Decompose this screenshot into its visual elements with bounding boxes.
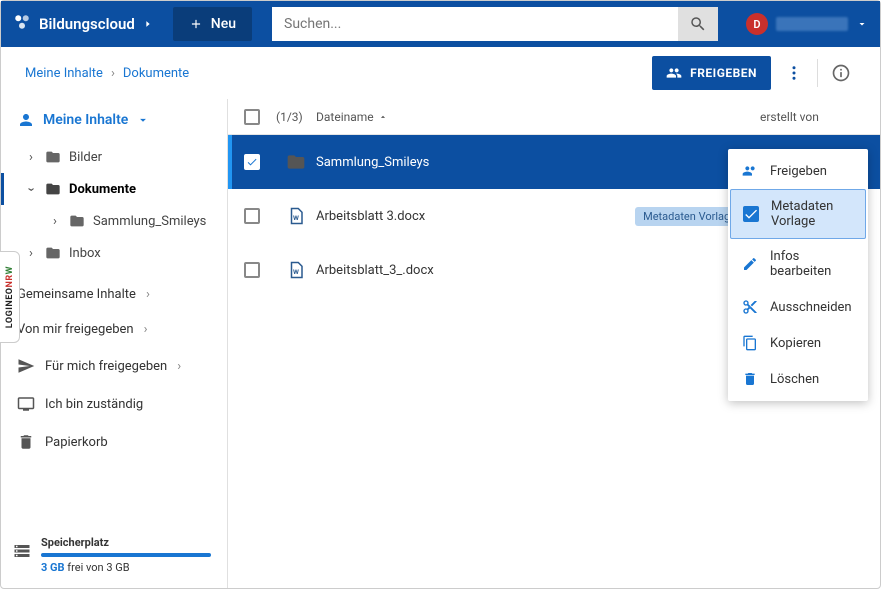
new-button[interactable]: Neu xyxy=(173,7,252,41)
avatar: D xyxy=(746,13,768,35)
share-people-icon xyxy=(666,65,682,81)
row-checkbox[interactable] xyxy=(244,208,260,224)
copy-icon xyxy=(742,335,758,351)
tree-item-bilder[interactable]: › Bilder xyxy=(1,141,227,173)
sidebar-root[interactable]: Meine Inhalte xyxy=(1,99,227,141)
chevron-right-icon: › xyxy=(49,214,61,229)
svg-text:W: W xyxy=(293,268,299,276)
chevron-right-icon: › xyxy=(25,246,37,261)
cut-icon xyxy=(742,299,758,315)
sidebar-item-gemeinsame[interactable]: Gemeinsame Inhalte › xyxy=(1,277,227,312)
folder-icon xyxy=(45,149,61,165)
chevron-right-icon: › xyxy=(146,287,150,302)
chevron-down-icon xyxy=(856,18,868,30)
storage-indicator: Speicherplatz 3 GB frei von 3 GB xyxy=(1,526,227,588)
folder-icon xyxy=(45,181,61,197)
tree-item-inbox[interactable]: › Inbox xyxy=(1,237,227,269)
chevron-down-icon xyxy=(136,113,150,127)
info-button[interactable] xyxy=(826,58,856,88)
folder-icon xyxy=(69,213,85,229)
share-people-icon xyxy=(742,163,758,179)
chevron-right-icon xyxy=(143,19,153,29)
docx-icon: W xyxy=(287,260,305,280)
app-name: Bildungscloud xyxy=(39,15,135,33)
sidebar-item-fuer-mich[interactable]: Für mich freigegeben › xyxy=(1,347,227,385)
storage-icon xyxy=(13,542,31,563)
edit-icon xyxy=(742,256,758,272)
sidebar-item-von-mir[interactable]: Von mir freigegeben › xyxy=(1,312,227,347)
search-input[interactable] xyxy=(272,7,678,41)
divider xyxy=(817,59,818,87)
check-icon xyxy=(743,206,759,222)
folder-icon xyxy=(45,245,61,261)
app-logo-icon xyxy=(13,13,31,35)
select-all-checkbox[interactable] xyxy=(244,109,260,125)
breadcrumb-current[interactable]: Dokumente xyxy=(123,66,189,81)
ctx-loeschen[interactable]: Löschen xyxy=(728,361,868,397)
ctx-metadaten[interactable]: Metadaten Vorlage xyxy=(730,189,866,239)
sidebar-item-papierkorb[interactable]: Papierkorb xyxy=(1,423,227,461)
ctx-freigeben[interactable]: Freigeben xyxy=(728,153,868,189)
svg-text:W: W xyxy=(293,214,299,222)
send-icon xyxy=(17,357,35,375)
context-menu: Freigeben Metadaten Vorlage Infos bearbe… xyxy=(728,149,868,401)
tree-item-dokumente[interactable]: › Dokumente xyxy=(1,173,227,205)
chevron-right-icon: › xyxy=(144,322,148,337)
search-button[interactable] xyxy=(678,7,718,41)
ctx-infos[interactable]: Infos bearbeiten xyxy=(728,239,868,289)
column-name-header[interactable]: Dateiname xyxy=(316,110,760,124)
docx-icon: W xyxy=(287,206,305,226)
row-checkbox[interactable] xyxy=(244,262,260,278)
user-name xyxy=(776,17,848,31)
more-vert-icon xyxy=(785,64,803,82)
column-created-header[interactable]: erstellt von xyxy=(760,110,880,124)
chevron-right-icon: › xyxy=(111,66,115,81)
chevron-down-icon: › xyxy=(24,183,39,195)
plus-icon xyxy=(189,17,203,31)
search-icon xyxy=(689,15,707,33)
selection-count: (1/3) xyxy=(276,110,316,124)
file-name: Sammlung_Smileys xyxy=(316,155,760,170)
chevron-right-icon: › xyxy=(177,359,181,374)
more-menu-button[interactable] xyxy=(779,58,809,88)
file-name: Arbeitsblatt 3.docx xyxy=(316,209,635,224)
sort-asc-icon xyxy=(378,112,388,122)
logineo-tab[interactable]: LOGINEONRW xyxy=(0,251,20,343)
table-header: (1/3) Dateiname erstellt von xyxy=(228,99,880,135)
breadcrumb-root[interactable]: Meine Inhalte xyxy=(25,66,103,81)
info-icon xyxy=(831,63,851,83)
sidebar-item-zustaendig[interactable]: Ich bin zuständig xyxy=(1,385,227,423)
folder-icon xyxy=(286,152,306,172)
monitor-icon xyxy=(17,395,35,413)
app-logo-link[interactable]: Bildungscloud xyxy=(13,13,153,35)
ctx-kopieren[interactable]: Kopieren xyxy=(728,325,868,361)
file-name: Arbeitsblatt_3_.docx xyxy=(316,263,760,278)
row-checkbox[interactable] xyxy=(244,154,260,170)
ctx-ausschneiden[interactable]: Ausschneiden xyxy=(728,289,868,325)
share-button[interactable]: FREIGEBEN xyxy=(652,56,771,90)
chevron-right-icon: › xyxy=(25,150,37,165)
breadcrumb: Meine Inhalte › Dokumente xyxy=(25,66,189,81)
person-icon xyxy=(17,111,35,129)
tree-item-sammlung[interactable]: › Sammlung_Smileys xyxy=(1,205,227,237)
trash-icon xyxy=(742,371,758,387)
user-menu[interactable]: D xyxy=(746,13,868,35)
trash-icon xyxy=(17,433,35,451)
